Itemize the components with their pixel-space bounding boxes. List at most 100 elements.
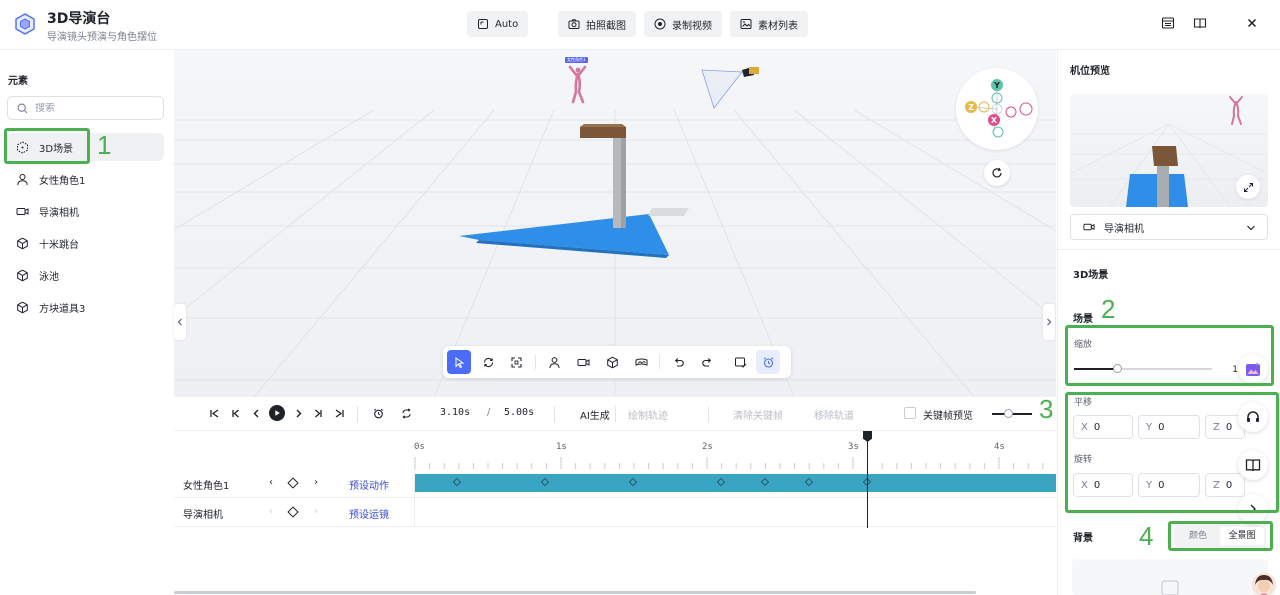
image-list-icon [740, 19, 752, 29]
playhead[interactable] [867, 433, 868, 528]
character-tag: 女性角色1 [565, 57, 588, 63]
prev-keyframe-button[interactable] [228, 406, 242, 420]
keyframe-marker[interactable] [628, 477, 638, 487]
add-scene-button[interactable] [629, 350, 653, 374]
book-icon[interactable] [1193, 16, 1207, 30]
3d-viewport[interactable]: 女性角色1 Y Z X [174, 50, 1056, 397]
add-character-button[interactable] [542, 350, 566, 374]
sidebar-item-label: 泳池 [39, 271, 59, 283]
sidebar-item-director-camera[interactable]: 导演相机 [7, 197, 164, 225]
rotate-tool-button[interactable] [476, 350, 500, 374]
avatar[interactable] [1252, 573, 1276, 595]
layout-icon[interactable] [1161, 16, 1175, 30]
add-keyframe-button[interactable] [287, 506, 299, 518]
timer-toggle-button[interactable] [756, 350, 780, 374]
annotation-box-3 [1065, 392, 1279, 513]
annotation-number-1: 1 [97, 130, 112, 160]
draw-track-button[interactable]: 绘制轨迹 [628, 407, 668, 422]
prev-key-button[interactable]: ‹ [269, 477, 273, 488]
search-input[interactable] [35, 102, 145, 114]
annotation-box-4 [1168, 521, 1273, 551]
search-box[interactable] [7, 96, 164, 120]
camera-select[interactable]: 导演相机 [1070, 214, 1268, 240]
auto-button[interactable]: Auto [467, 11, 529, 37]
scale-tool-button[interactable] [504, 350, 528, 374]
orientation-gizmo[interactable]: Y Z X [956, 68, 1038, 150]
zoom-slider-thumb[interactable] [1004, 409, 1013, 418]
sidebar-item-platform[interactable]: 十米跳台 [7, 229, 164, 257]
chevron-right-icon [296, 409, 301, 417]
sidebar-item-pool[interactable]: 泳池 [7, 261, 164, 289]
play-button[interactable] [269, 405, 285, 421]
undo-button[interactable] [666, 350, 690, 374]
expand-preview-button[interactable] [1236, 175, 1260, 199]
camera-select-value: 导演相机 [1104, 223, 1144, 235]
collapse-left-button[interactable] [174, 304, 186, 340]
add-keyframe-button[interactable] [287, 477, 299, 489]
sidebar-item-female-character[interactable]: 女性角色1 [7, 165, 164, 193]
step-back-icon [231, 409, 239, 417]
keyframe-marker[interactable] [540, 477, 550, 487]
keyframe-marker[interactable] [760, 477, 770, 487]
reset-view-button[interactable] [984, 160, 1010, 186]
next-keyframe-button[interactable] [311, 406, 325, 420]
prev-key-button[interactable]: ‹ [269, 506, 273, 517]
current-time[interactable]: 3.10s [440, 407, 470, 418]
aspect-ratio-icon [478, 19, 488, 29]
horizontal-scrollbar[interactable] [174, 591, 976, 594]
preset-action-link[interactable]: 预设动作 [349, 477, 389, 492]
time-ruler[interactable]: 0s 1s 2s 3s 4s [414, 431, 1056, 471]
redo-button[interactable] [695, 350, 719, 374]
go-end-button[interactable] [332, 406, 346, 420]
keyframe-marker[interactable] [716, 477, 726, 487]
snapshot-check-button[interactable] [728, 350, 752, 374]
fullscreen-icon [1243, 182, 1253, 192]
camera-gizmo-frustum[interactable] [701, 67, 759, 109]
scene-section-title: 场景 [1073, 314, 1093, 325]
keyframe-preview-checkbox[interactable] [904, 407, 916, 419]
video-camera-icon [16, 207, 29, 215]
app-title: 3D导演台 [47, 11, 111, 27]
add-camera-button[interactable] [571, 350, 595, 374]
select-tool-button[interactable] [447, 350, 471, 374]
sidebar-item-block-prop[interactable]: 方块道具3 [7, 293, 164, 321]
chevron-left-icon [253, 409, 258, 417]
assets-button[interactable]: 素材列表 [730, 11, 808, 37]
keyframe-marker[interactable] [804, 477, 814, 487]
preview-title: 机位预览 [1070, 66, 1110, 77]
svg-text:Z: Z [968, 103, 974, 112]
collapse-right-button[interactable] [1043, 304, 1055, 340]
scene-canvas[interactable] [174, 50, 1056, 397]
character-figure[interactable] [568, 65, 587, 104]
next-key-button[interactable]: › [314, 506, 318, 517]
photo-button[interactable]: 拍照截图 [558, 11, 636, 37]
track-row-camera: 导演相机 ‹ › 预设运镜 [174, 498, 1056, 527]
close-icon[interactable] [1245, 16, 1259, 30]
ai-generate-button[interactable]: AI生成 [580, 407, 610, 422]
alarm-icon [373, 408, 383, 418]
character-clip[interactable] [414, 474, 1056, 492]
next-frame-button[interactable] [291, 406, 305, 420]
track-name: 导演相机 [183, 510, 223, 521]
clear-keyframes-button[interactable]: 清除关键帧 [733, 407, 783, 422]
loop-button[interactable] [399, 406, 413, 420]
platform-board[interactable] [580, 127, 626, 138]
preset-camera-link[interactable]: 预设运镜 [349, 506, 389, 521]
track-name: 女性角色1 [183, 481, 230, 492]
image-check-icon [734, 357, 746, 368]
app-header: 3D导演台 导演镜头预演与角色摆位 Auto 拍照截图 录制视频 素材列表 [0, 0, 1280, 50]
record-button[interactable]: 录制视频 [644, 11, 722, 37]
prev-frame-button[interactable] [249, 406, 263, 420]
add-object-button[interactable] [600, 350, 624, 374]
total-time[interactable]: 5.00s [504, 407, 534, 418]
timeline-tracks: 0s 1s 2s 3s 4s 女性角色1 ‹ › 预设动作 导演相机 ‹ › 预… [174, 431, 1056, 595]
go-start-button[interactable] [207, 406, 221, 420]
undo-icon [674, 357, 684, 367]
background-upload-area[interactable] [1072, 559, 1268, 595]
next-key-button[interactable]: › [314, 477, 318, 488]
sidebar-item-label: 女性角色1 [39, 175, 86, 187]
keyframe-marker[interactable] [452, 477, 462, 487]
annotation-box-1 [4, 128, 90, 164]
remove-track-button[interactable]: 移除轨道 [814, 407, 854, 422]
timer-button[interactable] [371, 406, 385, 420]
